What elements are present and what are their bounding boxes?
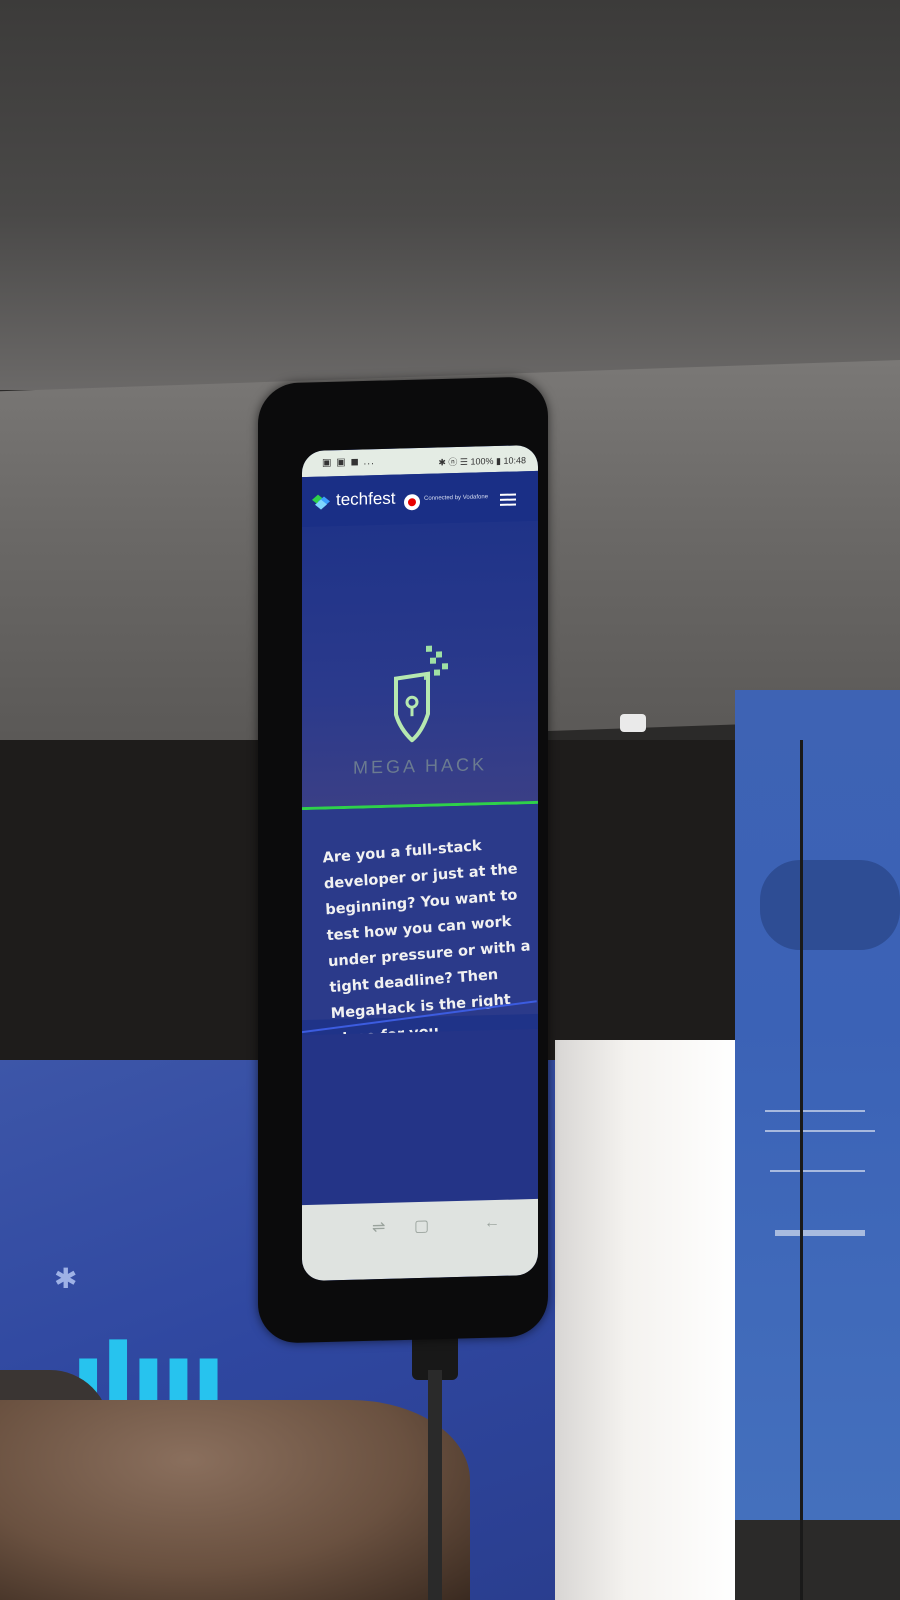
intro-paragraph: Are you a full-stack developer or just a…: [322, 838, 531, 1048]
hanging-cable: [800, 740, 803, 1600]
shield-lock-icon: [394, 645, 448, 743]
photo-scene: ✱ ılııı ▣ ▣ ◼ ... ✱ ⓝ ☰ 100% ▮ 10:48 tec…: [0, 0, 900, 1600]
usb-cable: [428, 1370, 442, 1600]
back-arrow-icon[interactable]: ←: [484, 1214, 500, 1232]
techfest-logo-icon: [312, 494, 330, 510]
phone-screen: ▣ ▣ ◼ ... ✱ ⓝ ☰ 100% ▮ 10:48 techfest Co…: [302, 444, 538, 1282]
site-header: techfest Connected by Vodafone: [302, 470, 538, 528]
intro-panel: Are you a full-stack developer or just a…: [302, 803, 538, 1048]
hero-section: MEGA HACK: [302, 520, 538, 808]
right-banner: [735, 690, 900, 1520]
ceiling-sensor: [620, 714, 646, 732]
home-button-icon[interactable]: ▢: [414, 1216, 429, 1236]
lower-section: [302, 1028, 538, 1206]
vodafone-logo-icon: [404, 494, 420, 511]
banner-handshake-graphic: [760, 860, 900, 950]
techfest-logo-text[interactable]: techfest: [336, 489, 396, 511]
white-pillar: [555, 1040, 735, 1600]
ceiling: [0, 0, 900, 390]
hamburger-menu-icon[interactable]: [500, 493, 516, 508]
star-glyph: ✱: [54, 1263, 78, 1294]
recent-apps-icon[interactable]: ⇌: [372, 1217, 385, 1237]
status-right-info: ✱ ⓝ ☰ 100% ▮ 10:48: [438, 455, 526, 468]
status-left-icons: ▣ ▣ ◼ ...: [322, 456, 375, 469]
android-nav-bar: ⇌ ▢ ←: [302, 1198, 538, 1282]
partner-text: Connected by Vodafone: [424, 494, 489, 502]
mega-hack-title: MEGA HACK: [352, 754, 488, 778]
hand: [0, 1400, 470, 1600]
